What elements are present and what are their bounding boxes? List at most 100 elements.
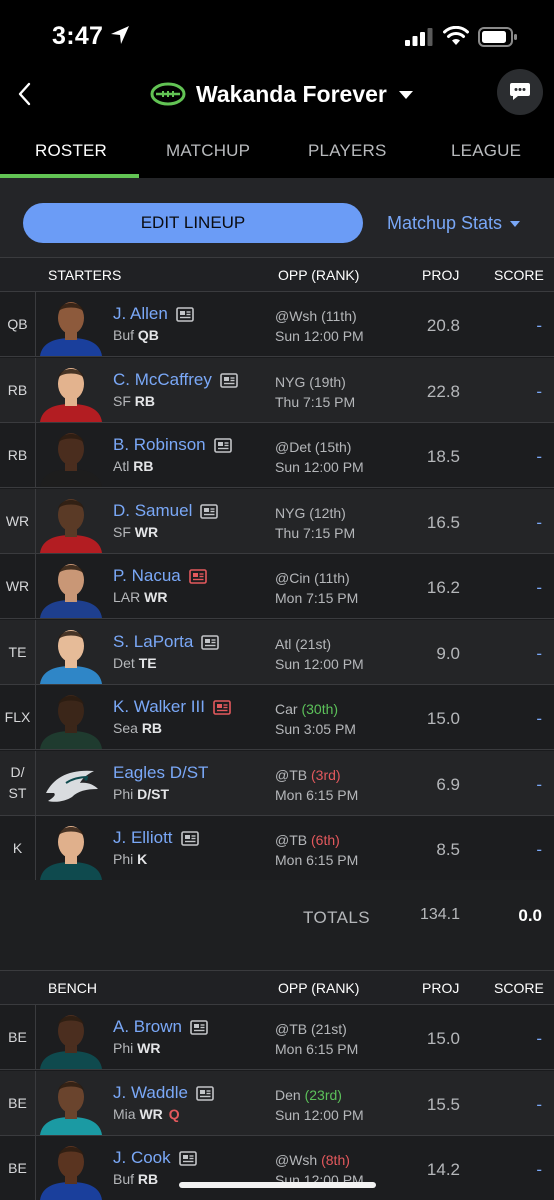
newspaper-icon[interactable] bbox=[176, 306, 194, 322]
opp-rank-header: OPP (RANK) bbox=[278, 267, 360, 283]
tab-players[interactable]: PLAYERS bbox=[308, 141, 387, 161]
roster-row[interactable]: WR P. Nacua LAR WR @Cin (11th) Mon 7:15 PM 16… bbox=[0, 554, 554, 619]
player-name-link[interactable]: J. Elliott bbox=[113, 828, 199, 848]
player-name: C. McCaffrey bbox=[113, 370, 212, 389]
player-name-link[interactable]: B. Robinson bbox=[113, 435, 232, 455]
projected-points: 20.8 bbox=[426, 316, 460, 335]
edit-lineup-button[interactable]: EDIT LINEUP bbox=[23, 203, 363, 243]
player-photo[interactable] bbox=[36, 427, 106, 487]
player-photo[interactable] bbox=[36, 624, 106, 684]
game-time: Sun 3:05 PM bbox=[275, 721, 356, 737]
lineup-slot: TE bbox=[0, 620, 36, 684]
opponent-rank: (11th) bbox=[321, 308, 357, 324]
player-name-link[interactable]: A. Brown bbox=[113, 1017, 208, 1037]
player-headshot bbox=[40, 433, 102, 487]
player-photo[interactable] bbox=[36, 1075, 106, 1135]
battery-icon bbox=[478, 27, 517, 47]
opp-rank-header: OPP (RANK) bbox=[278, 980, 360, 996]
roster-toolbar: EDIT LINEUP Matchup Stats bbox=[0, 178, 554, 258]
player-photo[interactable] bbox=[36, 558, 106, 618]
newspaper-icon[interactable] bbox=[190, 1019, 208, 1035]
player-name: K. Walker III bbox=[113, 697, 205, 716]
roster-row[interactable]: RB B. Robinson Atl RB @Det (15th) Sun 12:00 … bbox=[0, 423, 554, 488]
player-headshot bbox=[40, 1146, 102, 1200]
player-team: LAR bbox=[113, 589, 141, 605]
player-name: B. Robinson bbox=[113, 435, 206, 454]
lineup-slot: BE bbox=[0, 1136, 36, 1200]
player-position: K bbox=[137, 851, 148, 867]
projected-points: 9.0 bbox=[436, 644, 460, 663]
player-position: WR bbox=[137, 1040, 161, 1056]
lineup-slot: BE bbox=[0, 1071, 36, 1135]
newspaper-icon[interactable] bbox=[220, 372, 238, 388]
player-name-link[interactable]: P. Nacua bbox=[113, 566, 207, 586]
newspaper-icon[interactable] bbox=[196, 1085, 214, 1101]
newspaper-icon[interactable] bbox=[213, 437, 232, 453]
newspaper-icon[interactable] bbox=[200, 503, 219, 519]
player-name-link[interactable]: J. Allen bbox=[113, 304, 194, 324]
roster-row[interactable]: QB J. Allen Buf QB @Wsh (11th) Sun 12:00 PM 2… bbox=[0, 292, 554, 357]
roster-row[interactable]: TE S. LaPorta Det TE Atl (21st) Sun 12:00 PM… bbox=[0, 620, 554, 685]
opponent: @Wsh (8th) bbox=[275, 1152, 350, 1168]
player-photo[interactable] bbox=[36, 1009, 106, 1069]
matchup-stats-dropdown[interactable]: Matchup Stats bbox=[387, 213, 521, 234]
roster-row[interactable]: RB C. McCaffrey SF RB NYG (19th) Thu 7:15 PM… bbox=[0, 358, 554, 423]
player-photo[interactable] bbox=[36, 296, 106, 356]
player-photo[interactable] bbox=[36, 362, 106, 422]
newspaper-icon[interactable] bbox=[180, 830, 199, 846]
player-photo[interactable] bbox=[36, 689, 106, 749]
tab-league[interactable]: LEAGUE bbox=[451, 141, 521, 161]
chevron-left-icon[interactable] bbox=[14, 80, 36, 108]
player-name-link[interactable]: J. Waddle bbox=[113, 1083, 214, 1103]
newspaper-icon[interactable] bbox=[213, 699, 231, 715]
tab-roster[interactable]: ROSTER bbox=[35, 141, 107, 161]
player-name-link[interactable]: D. Samuel bbox=[113, 501, 219, 521]
projected-points: 15.0 bbox=[426, 709, 460, 728]
actual-score: - bbox=[536, 316, 542, 335]
opponent: @TB (6th) bbox=[275, 832, 340, 848]
opponent-rank: (12th) bbox=[309, 505, 346, 521]
player-name-link[interactable]: C. McCaffrey bbox=[113, 370, 238, 390]
roster-row[interactable]: BE A. Brown Phi WR @TB (21st) Mon 6:15 PM 15.… bbox=[0, 1005, 554, 1070]
actual-score: - bbox=[536, 382, 542, 401]
projected-points: 8.5 bbox=[436, 840, 460, 859]
player-name-link[interactable]: S. LaPorta bbox=[113, 632, 220, 652]
matchup-stats-label: Matchup Stats bbox=[387, 213, 503, 233]
newspaper-icon[interactable] bbox=[188, 568, 207, 584]
opponent-rank: (6th) bbox=[311, 832, 340, 848]
chat-button[interactable] bbox=[497, 69, 543, 115]
opponent-rank: (30th) bbox=[301, 701, 339, 717]
tab-matchup[interactable]: MATCHUP bbox=[166, 141, 250, 161]
player-photo[interactable] bbox=[36, 755, 106, 815]
bench-title: BENCH bbox=[48, 980, 98, 996]
roster-row[interactable]: BE J. Waddle Mia WR Q Den (23rd) Sun 12:00 PM… bbox=[0, 1071, 554, 1136]
player-team: SF bbox=[113, 524, 131, 540]
player-name: J. Cook bbox=[113, 1148, 171, 1167]
roster-row[interactable]: WR D. Samuel SF WR NYG (12th) Thu 7:15 PM 16.… bbox=[0, 489, 554, 554]
player-name-link[interactable]: J. Cook bbox=[113, 1148, 197, 1168]
caret-down-icon bbox=[398, 90, 413, 99]
top-nav: Wakanda Forever bbox=[0, 69, 554, 120]
injury-status: Q bbox=[168, 1106, 180, 1122]
player-name: S. LaPorta bbox=[113, 632, 194, 651]
player-name-link[interactable]: Eagles D/ST bbox=[113, 763, 208, 783]
newspaper-icon[interactable] bbox=[178, 1150, 197, 1166]
roster-row[interactable]: K J. Elliott Phi K @TB (6th) Mon 6:15 PM 8.5 - bbox=[0, 816, 554, 881]
actual-score: - bbox=[536, 1095, 542, 1114]
player-team: Det bbox=[113, 655, 135, 671]
eagles-logo-icon bbox=[46, 770, 98, 802]
player-photo[interactable] bbox=[36, 1140, 106, 1200]
player-position: WR bbox=[139, 1106, 163, 1122]
roster-row[interactable]: BE J. Cook Buf RB @Wsh (8th) Sun 12:00 PM 14.… bbox=[0, 1136, 554, 1200]
projected-points: 18.5 bbox=[426, 447, 460, 466]
player-photo[interactable] bbox=[36, 820, 106, 880]
opponent-rank: (15th) bbox=[314, 439, 352, 455]
actual-score: - bbox=[536, 709, 542, 728]
player-name-link[interactable]: K. Walker III bbox=[113, 697, 231, 717]
projected-points: 22.8 bbox=[426, 382, 460, 401]
roster-row[interactable]: D/ ST Eagles D/ST Phi D/ST @TB (3rd) Mon 6:1… bbox=[0, 751, 554, 816]
roster-row[interactable]: FLX K. Walker III Sea RB Car (30th) Sun 3:05… bbox=[0, 685, 554, 750]
newspaper-icon[interactable] bbox=[201, 634, 220, 650]
player-photo[interactable] bbox=[36, 493, 106, 553]
team-selector[interactable]: Wakanda Forever bbox=[150, 78, 413, 110]
